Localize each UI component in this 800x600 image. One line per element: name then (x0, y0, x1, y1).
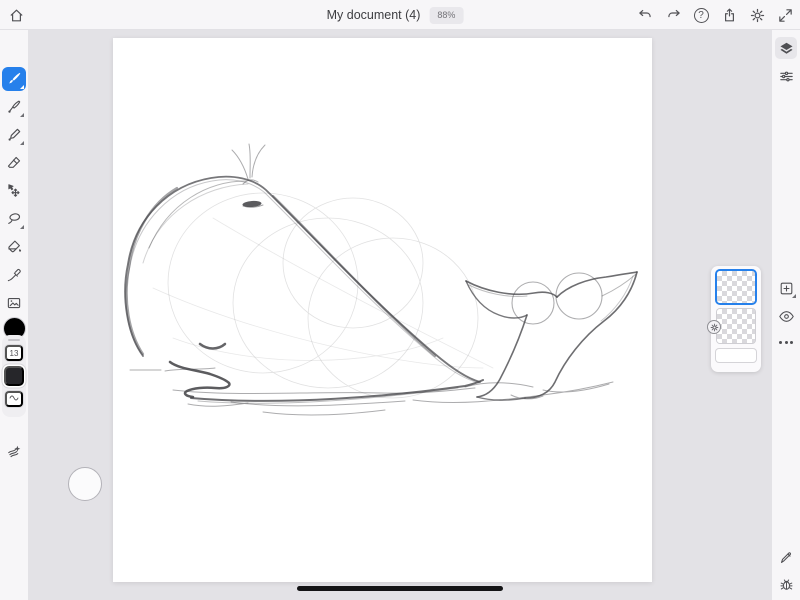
layer-visibility-button[interactable] (775, 305, 797, 327)
report-bug-button[interactable] (775, 573, 797, 595)
image-icon (5, 294, 23, 312)
lasso-icon (5, 210, 23, 228)
more-options-button[interactable] (775, 331, 797, 353)
brush-size-field[interactable]: 13 (5, 345, 23, 361)
live-brush-icon (5, 98, 23, 116)
fullscreen-button[interactable] (774, 4, 796, 26)
layers-panel-button[interactable] (775, 37, 797, 59)
layers-panel (711, 266, 761, 372)
touch-shortcut-button[interactable] (68, 467, 102, 501)
fresco-app: My document (4) 88% ? (0, 0, 800, 600)
layer-badge-icon (707, 320, 721, 334)
bug-icon (778, 576, 795, 593)
zoom-level-badge: 88% (429, 7, 463, 24)
eyedropper-tool[interactable] (2, 263, 26, 287)
document-title-group: My document (4) 88% (327, 0, 464, 30)
settings-button[interactable] (746, 4, 768, 26)
undo-icon (637, 7, 654, 24)
left-toolbar: 13 (0, 30, 28, 600)
undo-button[interactable] (634, 4, 656, 26)
visibility-eye-icon (778, 308, 795, 325)
layer-thumbnail-selected[interactable] (717, 271, 755, 303)
share-button[interactable] (718, 4, 740, 26)
document-title: My document (4) (327, 8, 421, 22)
home-indicator-bar[interactable] (297, 586, 503, 591)
lasso-tool[interactable] (2, 207, 26, 231)
fullscreen-icon (777, 7, 794, 24)
smoothing-button[interactable] (5, 391, 23, 407)
help-icon: ? (694, 8, 709, 23)
panel-drag-handle[interactable] (8, 339, 20, 341)
fill-tool[interactable] (2, 235, 26, 259)
drawing-canvas[interactable] (113, 38, 652, 582)
pencil-settings-button[interactable] (775, 546, 797, 568)
eyedropper-icon (5, 266, 23, 284)
more-options-icon (779, 341, 793, 344)
add-layer-button[interactable] (775, 277, 797, 299)
pencil-icon (778, 549, 795, 566)
add-layer-icon (778, 280, 795, 297)
right-toolbar (772, 30, 800, 600)
secondary-color-swatch[interactable] (4, 366, 24, 386)
place-image-tool[interactable] (2, 291, 26, 315)
background-layer-thumbnail[interactable] (716, 349, 756, 362)
fill-icon (5, 238, 23, 256)
eraser-icon (5, 154, 23, 172)
live-brush-tool[interactable] (2, 95, 26, 119)
marker-icon (5, 126, 23, 144)
adjustments-button[interactable] (775, 65, 797, 87)
layer-thumbnail[interactable] (717, 309, 755, 343)
topbar: My document (4) 88% ? (0, 0, 800, 30)
share-icon (721, 7, 738, 24)
stroke-adjust-icon (5, 441, 23, 459)
settings-gear-icon (749, 7, 766, 24)
eraser-tool[interactable] (2, 151, 26, 175)
brush-options-panel: 13 (2, 335, 26, 417)
redo-button[interactable] (662, 4, 684, 26)
smoothing-wave-icon (7, 392, 21, 407)
home-button[interactable] (5, 4, 27, 26)
paint-brush-icon (5, 70, 23, 88)
marker-tool[interactable] (2, 123, 26, 147)
paint-brush-tool[interactable] (2, 67, 26, 91)
help-button[interactable]: ? (690, 4, 712, 26)
move-tool[interactable] (2, 179, 26, 203)
move-icon (5, 182, 23, 200)
adjustments-sliders-icon (778, 68, 795, 85)
home-icon (8, 7, 25, 24)
whale-sketch (113, 38, 652, 582)
stroke-adjust-button[interactable] (2, 438, 26, 462)
layers-icon (778, 40, 795, 57)
redo-icon (665, 7, 682, 24)
